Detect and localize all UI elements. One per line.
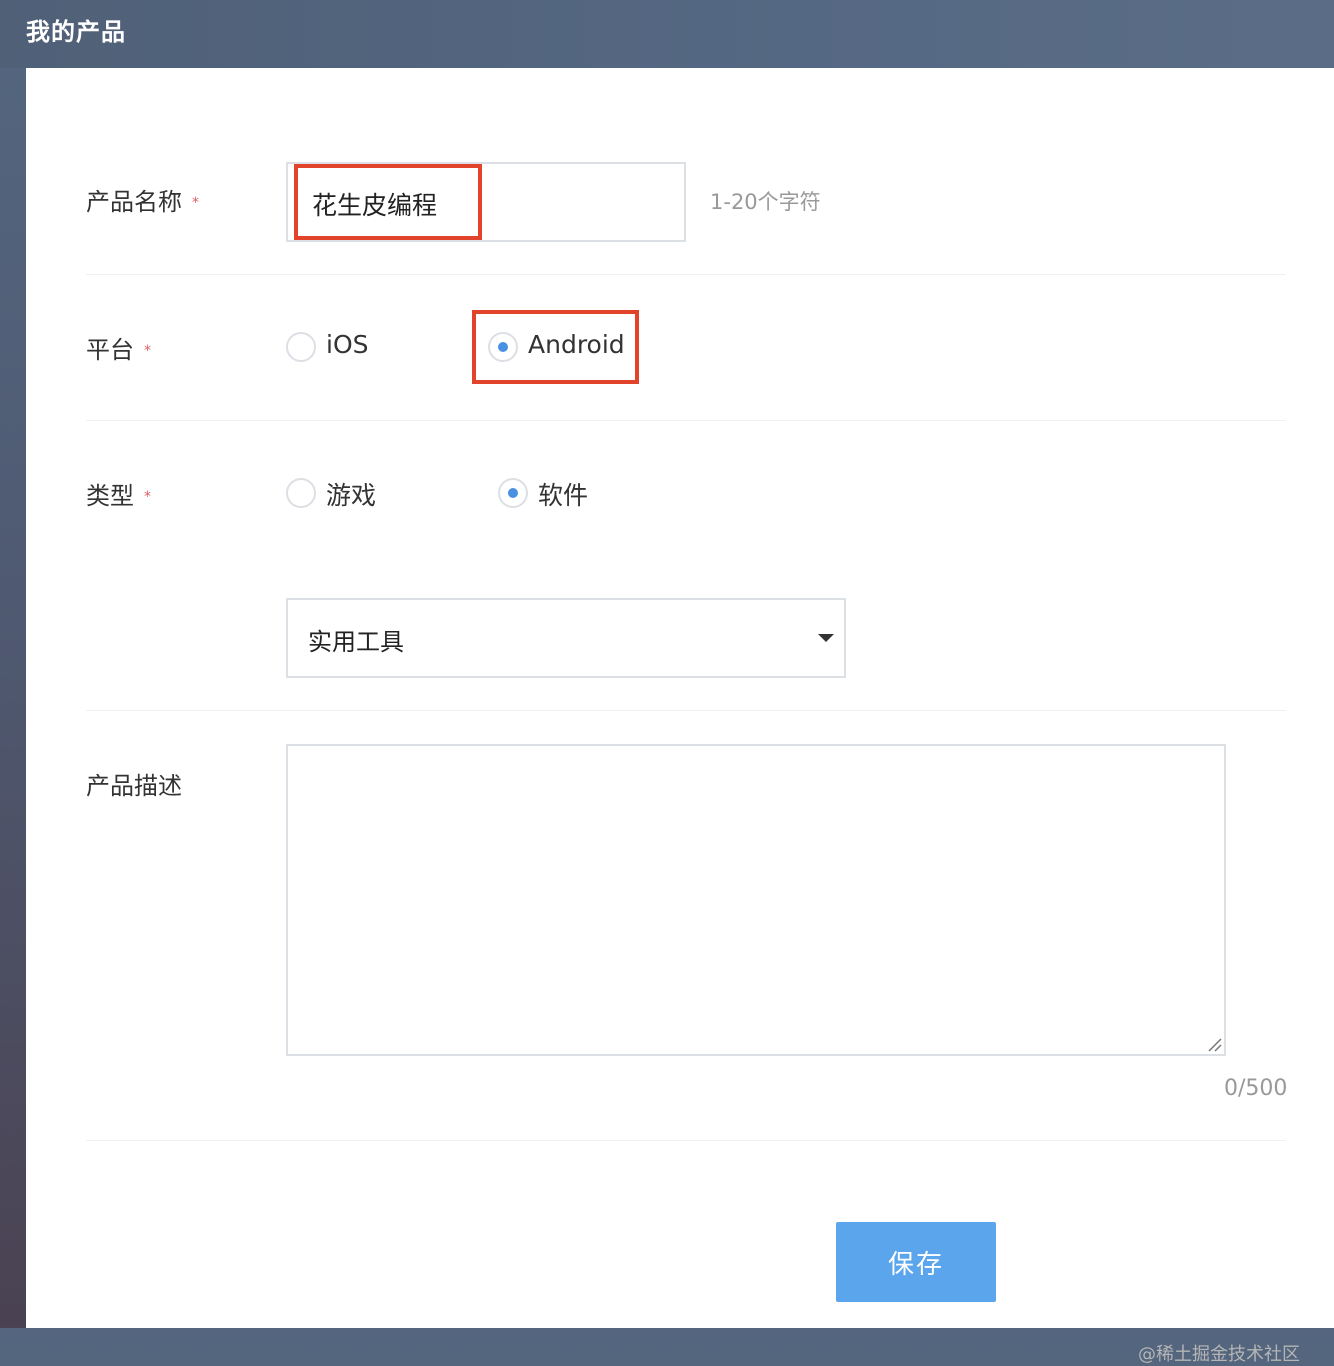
- divider: [86, 274, 1286, 275]
- description-label: 产品描述: [86, 766, 182, 801]
- app-header: 我的产品: [0, 0, 1334, 68]
- required-mark: *: [144, 489, 151, 505]
- platform-label: 平台 *: [86, 330, 151, 365]
- radio-game-label[interactable]: 游戏: [326, 476, 376, 512]
- chevron-down-icon: [818, 634, 834, 642]
- radio-software-label[interactable]: 软件: [538, 476, 588, 512]
- type-label-text: 类型: [86, 482, 134, 510]
- highlight-box-platform: [472, 310, 639, 384]
- page-title: 我的产品: [26, 18, 126, 46]
- name-hint: 1-20个字符: [710, 190, 821, 214]
- description-label-text: 产品描述: [86, 772, 182, 800]
- name-label: 产品名称 *: [86, 182, 199, 217]
- radio-game[interactable]: [286, 478, 316, 508]
- name-label-text: 产品名称: [86, 188, 182, 216]
- save-button[interactable]: 保存: [836, 1222, 996, 1302]
- platform-label-text: 平台: [86, 336, 134, 364]
- type-label: 类型 *: [86, 476, 151, 511]
- character-counter: 0/500: [1224, 1076, 1288, 1101]
- highlight-box-name: [294, 164, 482, 240]
- category-select-value: 实用工具: [308, 628, 404, 656]
- resize-handle-icon[interactable]: [1206, 1036, 1222, 1052]
- required-mark: *: [144, 343, 151, 359]
- divider: [86, 710, 1286, 711]
- description-textarea[interactable]: [286, 744, 1226, 1056]
- radio-ios[interactable]: [286, 332, 316, 362]
- radio-software[interactable]: [498, 478, 528, 508]
- form-panel: 产品名称 * 花生皮编程 1-20个字符 平台 * iOS Android 类型 * …: [26, 68, 1334, 1365]
- divider: [86, 1140, 1286, 1141]
- radio-ios-label[interactable]: iOS: [326, 330, 369, 359]
- required-mark: *: [192, 195, 199, 211]
- watermark: @稀土掘金技术社区: [1138, 1344, 1300, 1365]
- divider: [86, 420, 1286, 421]
- category-select[interactable]: 实用工具: [286, 598, 846, 678]
